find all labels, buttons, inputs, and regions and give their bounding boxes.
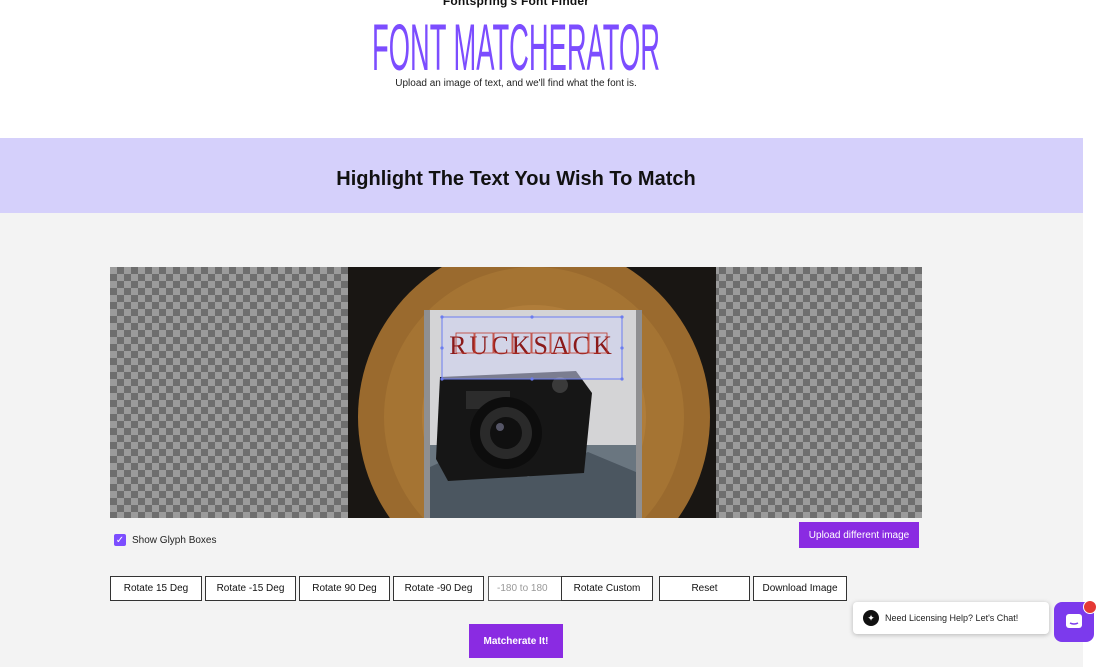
chat-prompt-text: Need Licensing Help? Let's Chat! (885, 613, 1019, 623)
matcherate-button[interactable]: Matcherate It! (469, 624, 563, 658)
rotate-custom-button[interactable]: Rotate Custom (561, 576, 653, 601)
glyph-toggle[interactable]: ✓ Show Glyph Boxes (110, 530, 217, 550)
page-subtitle: Upload an image of text, and we'll find … (395, 78, 637, 89)
page-scrollbar[interactable] (1083, 138, 1100, 667)
reset-button[interactable]: Reset (659, 576, 750, 601)
chat-notification-dot (1083, 600, 1097, 614)
chat-brand-icon: ✦ (863, 610, 879, 626)
instruction-band: Highlight The Text You Wish To Match (0, 138, 1083, 213)
glyph-checkbox-label: Show Glyph Boxes (132, 534, 217, 546)
rotate-15-button[interactable]: Rotate 15 Deg (110, 576, 202, 601)
rotate-90-button[interactable]: Rotate 90 Deg (299, 576, 390, 601)
instruction-title: Highlight The Text You Wish To Match (336, 168, 696, 190)
logo-text: FONT MATCHERATOR (372, 12, 660, 74)
uploaded-photo[interactable]: RUCKSACK (348, 267, 716, 518)
rotate-minus-15-button[interactable]: Rotate -15 Deg (205, 576, 296, 601)
upload-different-image-button[interactable]: Upload different image (799, 522, 919, 548)
rotate-custom-input[interactable]: -180 to 180 (488, 576, 562, 601)
kicker-text: Fontspring's Font Finder (442, 0, 590, 8)
font-matcherator-logo: FONT MATCHERATOR (372, 12, 660, 74)
page-header: Fontspring's Font Finder FONT MATCHERATO… (0, 0, 1100, 138)
chat-prompt[interactable]: ✦ Need Licensing Help? Let's Chat! (853, 602, 1049, 634)
image-canvas[interactable]: RUCKSACK (110, 267, 922, 518)
chat-icon (1066, 614, 1082, 628)
rotate-minus-90-button[interactable]: Rotate -90 Deg (393, 576, 484, 601)
download-image-button[interactable]: Download Image (753, 576, 847, 601)
glyph-checkbox[interactable]: ✓ (114, 534, 126, 546)
